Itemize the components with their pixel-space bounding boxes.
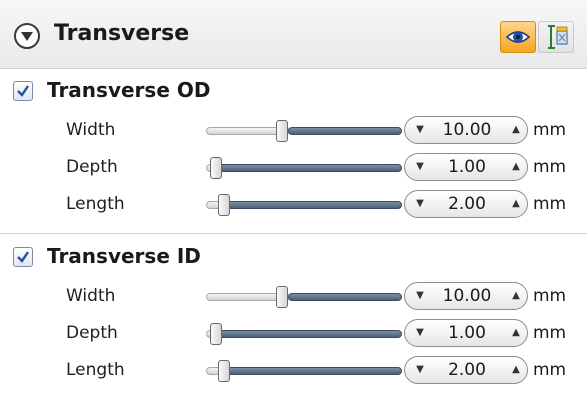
triangle-up-icon[interactable]: ▲ — [509, 325, 523, 341]
slider-thumb[interactable] — [276, 120, 288, 142]
slider-thumb[interactable] — [210, 157, 222, 179]
spinner-value[interactable]: 2.00 — [429, 194, 505, 214]
depth-slider[interactable] — [202, 157, 402, 181]
triangle-down-icon[interactable]: ▼ — [413, 362, 427, 378]
transverse-od-checkbox[interactable] — [13, 81, 33, 101]
section-transverse-id: Transverse ID Width ▼ 10.00 ▲ mm Depth ▼… — [0, 233, 587, 400]
checkmark-icon — [17, 85, 29, 97]
transverse-id-checkbox[interactable] — [13, 247, 33, 267]
depth-slider[interactable] — [202, 323, 402, 347]
unit-label: mm — [533, 360, 567, 380]
length-spinner[interactable]: ▼ 2.00 ▲ — [404, 190, 528, 218]
width-slider[interactable] — [202, 286, 402, 310]
spinner-value[interactable]: 10.00 — [429, 120, 505, 140]
spinner-value[interactable]: 2.00 — [429, 360, 505, 380]
unit-label: mm — [533, 194, 567, 214]
triangle-up-icon[interactable]: ▲ — [509, 362, 523, 378]
unit-label: mm — [533, 157, 567, 177]
depth-spinner[interactable]: ▼ 1.00 ▲ — [404, 319, 528, 347]
row-width: Width ▼ 10.00 ▲ mm — [0, 114, 587, 150]
slider-thumb[interactable] — [218, 360, 230, 382]
row-label: Depth — [66, 323, 118, 343]
length-slider[interactable] — [202, 360, 402, 384]
triangle-down-icon[interactable]: ▼ — [413, 122, 427, 138]
section-title: Transverse ID — [47, 244, 201, 268]
triangle-down-icon[interactable]: ▼ — [413, 196, 427, 212]
row-depth: Depth ▼ 1.00 ▲ mm — [0, 151, 587, 187]
unit-label: mm — [533, 120, 567, 140]
visibility-toggle-button[interactable] — [500, 21, 536, 53]
row-label: Length — [66, 194, 125, 214]
row-label: Length — [66, 360, 125, 380]
length-slider[interactable] — [202, 194, 402, 218]
unit-label: mm — [533, 286, 567, 306]
spinner-value[interactable]: 1.00 — [429, 323, 505, 343]
transverse-panel: Transverse Transverse OD Width ▼ 10.00 ▲… — [0, 0, 587, 399]
spinner-value[interactable]: 1.00 — [429, 157, 505, 177]
measure-tool-button[interactable] — [538, 21, 574, 53]
checkmark-icon — [17, 251, 29, 263]
section-title: Transverse OD — [47, 78, 211, 102]
width-spinner[interactable]: ▼ 10.00 ▲ — [404, 282, 528, 310]
slider-thumb[interactable] — [276, 286, 288, 308]
row-label: Depth — [66, 157, 118, 177]
measure-icon — [548, 25, 568, 49]
triangle-up-icon[interactable]: ▲ — [509, 196, 523, 212]
panel-header[interactable]: Transverse — [0, 0, 587, 69]
row-label: Width — [66, 120, 116, 140]
width-spinner[interactable]: ▼ 10.00 ▲ — [404, 116, 528, 144]
row-length: Length ▼ 2.00 ▲ mm — [0, 188, 587, 224]
eye-icon — [505, 31, 531, 43]
row-depth: Depth ▼ 1.00 ▲ mm — [0, 317, 587, 353]
spinner-value[interactable]: 10.00 — [429, 286, 505, 306]
width-slider[interactable] — [202, 120, 402, 144]
triangle-up-icon[interactable]: ▲ — [509, 122, 523, 138]
row-width: Width ▼ 10.00 ▲ mm — [0, 280, 587, 316]
triangle-down-icon[interactable]: ▼ — [413, 159, 427, 175]
triangle-up-icon[interactable]: ▲ — [509, 288, 523, 304]
chevron-down-circle-icon[interactable] — [14, 23, 40, 49]
row-label: Width — [66, 286, 116, 306]
slider-thumb[interactable] — [218, 194, 230, 216]
panel-title: Transverse — [54, 21, 190, 46]
row-length: Length ▼ 2.00 ▲ mm — [0, 354, 587, 390]
slider-thumb[interactable] — [210, 323, 222, 345]
depth-spinner[interactable]: ▼ 1.00 ▲ — [404, 153, 528, 181]
triangle-down-icon[interactable]: ▼ — [413, 288, 427, 304]
triangle-up-icon[interactable]: ▲ — [509, 159, 523, 175]
unit-label: mm — [533, 323, 567, 343]
length-spinner[interactable]: ▼ 2.00 ▲ — [404, 356, 528, 384]
triangle-down-icon[interactable]: ▼ — [413, 325, 427, 341]
section-transverse-od: Transverse OD Width ▼ 10.00 ▲ mm Depth ▼… — [0, 68, 587, 232]
